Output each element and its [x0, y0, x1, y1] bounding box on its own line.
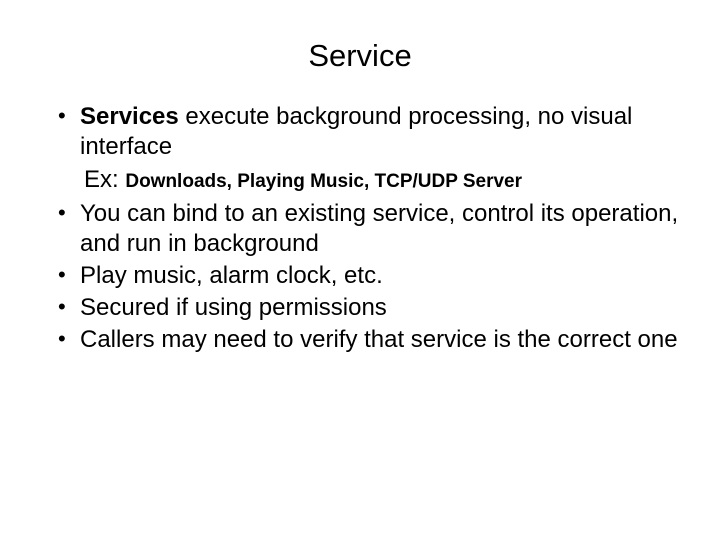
bullet-text: Callers may need to verify that service …	[80, 326, 678, 353]
bullet-item: You can bind to an existing service, con…	[58, 199, 690, 259]
example-detail: Downloads, Playing Music, TCP/UDP Server	[125, 171, 522, 192]
bullet-item: Secured if using permissions	[58, 293, 690, 323]
bullet-bold-text: Services	[80, 103, 179, 130]
bullet-list: Services execute background processing, …	[30, 102, 690, 162]
bullet-list: You can bind to an existing service, con…	[30, 199, 690, 355]
bullet-item: Play music, alarm clock, etc.	[58, 261, 690, 291]
bullet-item: Callers may need to verify that service …	[58, 325, 690, 355]
bullet-text: Play music, alarm clock, etc.	[80, 262, 383, 289]
example-prefix: Ex:	[84, 166, 125, 193]
example-line: Ex: Downloads, Playing Music, TCP/UDP Se…	[30, 164, 690, 195]
bullet-item: Services execute background processing, …	[58, 102, 690, 162]
slide-title: Service	[30, 38, 690, 74]
bullet-text: Secured if using permissions	[80, 294, 387, 321]
bullet-text: You can bind to an existing service, con…	[80, 200, 678, 257]
